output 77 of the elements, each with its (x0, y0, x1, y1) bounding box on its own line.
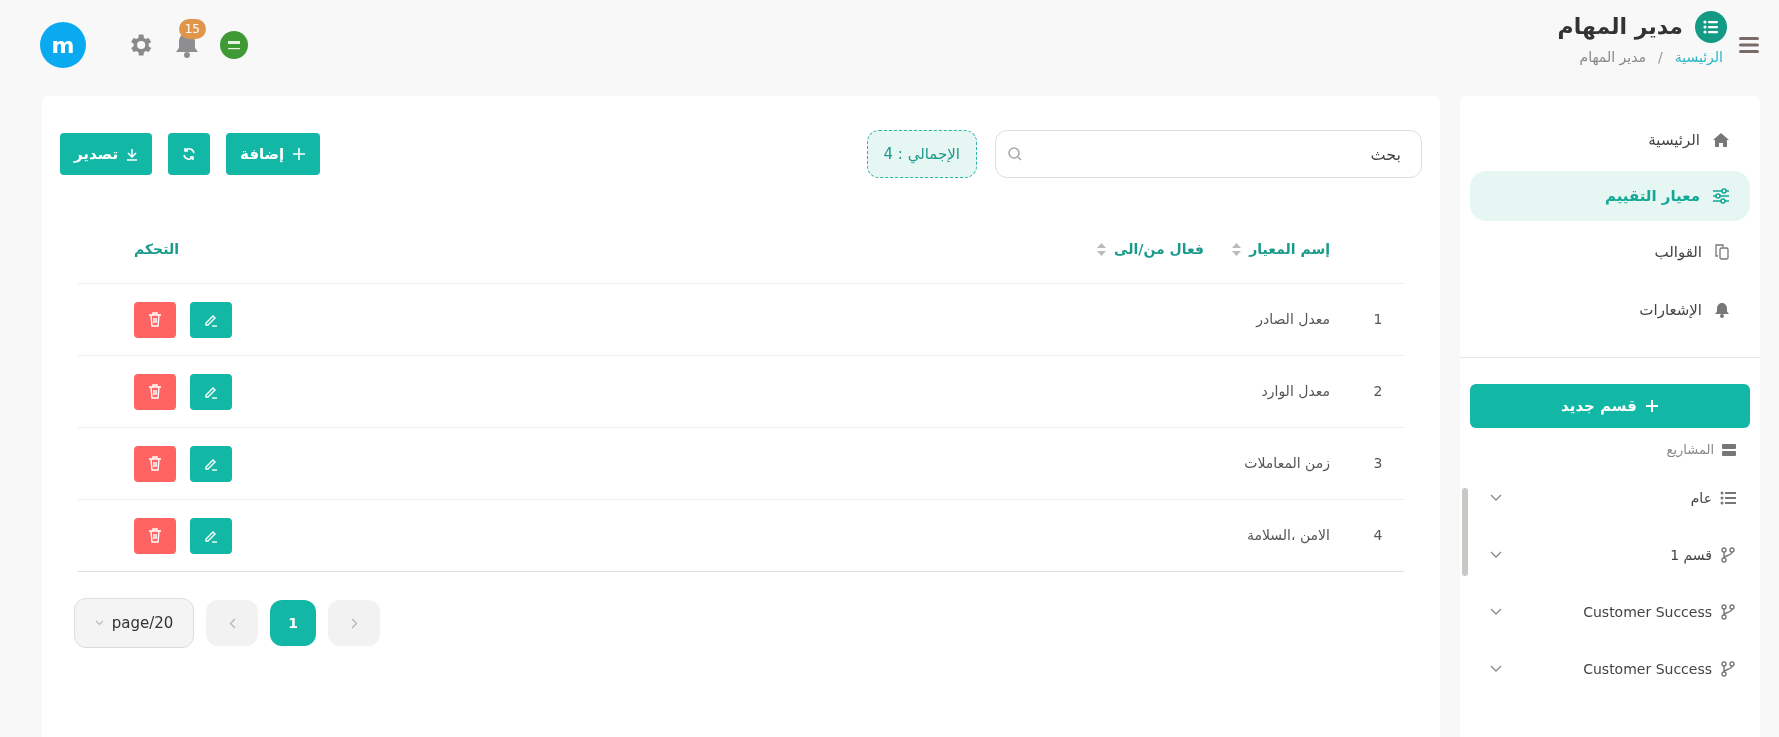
table-cell-text: الامن ،السلامة (1247, 526, 1330, 546)
trash-icon (148, 384, 162, 399)
table-cell-text: زمن المعاملات (1244, 454, 1330, 474)
row-number: 3 (1372, 454, 1384, 473)
tree-item-label: قسم 1 (1670, 545, 1712, 566)
tree-item-label: Customer Success (1583, 602, 1712, 622)
delete-button[interactable] (134, 373, 176, 410)
delete-button[interactable] (134, 517, 176, 554)
sidebar-item[interactable]: معيار التقييم (1470, 171, 1750, 221)
plus-icon (292, 147, 307, 161)
breadcrumb-current: مدير المهام (1579, 48, 1647, 68)
add-button[interactable]: إضافة (226, 133, 321, 175)
table-cell-text: معدل الوارد (1261, 382, 1330, 402)
tree-item[interactable]: Customer Success (1470, 640, 1750, 698)
tree-item[interactable]: قسم 1 (1470, 526, 1750, 584)
sliders-icon (1712, 188, 1730, 204)
column-header[interactable]: فعال من/الى (1114, 239, 1204, 260)
tree-item-label: Customer Success (1583, 659, 1712, 679)
server-icon (1722, 443, 1736, 456)
tree-item[interactable]: Customer Success (1470, 583, 1750, 641)
download-icon (126, 147, 139, 161)
tree-item-label: عام (1690, 488, 1712, 508)
sort-icon[interactable] (1232, 243, 1242, 256)
column-header[interactable]: التحكم (134, 239, 179, 260)
sort-icon[interactable] (1097, 243, 1107, 256)
branch-icon (1720, 604, 1736, 620)
tree-item[interactable]: عام (1470, 469, 1750, 527)
search-icon (1007, 146, 1023, 162)
projects-label: المشاريع (1666, 441, 1714, 459)
copy-icon (1714, 244, 1730, 260)
new-section-button[interactable]: قسم جديد (1470, 384, 1750, 428)
refresh-button[interactable] (168, 133, 211, 175)
trash-icon (148, 456, 162, 471)
sidebar-item[interactable]: الإشعارات (1470, 283, 1750, 337)
edit-button[interactable] (190, 517, 232, 554)
trash-icon (148, 312, 162, 327)
delete-button[interactable] (134, 301, 176, 338)
page-button[interactable]: 1 (270, 600, 316, 646)
breadcrumb-separator: / (1658, 48, 1663, 67)
notification-badge: 15 (178, 19, 206, 39)
list-icon (1720, 491, 1736, 505)
total-badge: الإجمالي : 4 (866, 130, 977, 178)
delete-button[interactable] (134, 445, 176, 482)
edit-button[interactable] (190, 445, 232, 482)
menu-icon[interactable] (1739, 36, 1759, 54)
bell-icon (1714, 302, 1730, 318)
chevron-right-icon (350, 617, 358, 629)
user-avatar[interactable]: m (40, 22, 86, 68)
branch-icon (1720, 661, 1736, 677)
chevron-down-icon[interactable] (1490, 665, 1502, 673)
column-header[interactable]: إسم المعيار (1249, 239, 1330, 260)
trash-icon (148, 528, 162, 543)
page-size-select[interactable]: page/20 (74, 598, 194, 648)
edit-button[interactable] (190, 373, 232, 410)
plus-icon (1644, 399, 1659, 413)
chevron-down-icon[interactable] (1490, 494, 1502, 502)
scrollbar-thumb[interactable] (1462, 488, 1468, 576)
chevron-down-icon[interactable] (1490, 608, 1502, 616)
branch-icon (1720, 547, 1736, 563)
refresh-icon (182, 147, 197, 161)
sidebar-item[interactable]: القوالب (1470, 225, 1750, 279)
sidebar-item[interactable]: الرئيسية (1470, 113, 1750, 167)
row-number: 2 (1372, 382, 1384, 401)
export-button[interactable]: تصدير (60, 133, 153, 175)
page-title: مدير المهام (1557, 13, 1683, 42)
row-number: 1 (1372, 310, 1384, 329)
flag-icon[interactable] (220, 31, 248, 59)
chevron-down-icon (94, 620, 104, 626)
chevron-down-icon[interactable] (1490, 551, 1502, 559)
list-icon (1695, 10, 1727, 43)
table-cell-text: معدل الصادر (1256, 310, 1330, 330)
chevron-left-icon (228, 617, 236, 629)
breadcrumb-link[interactable]: الرئيسية (1674, 47, 1723, 68)
search-field[interactable]: بحث (995, 130, 1422, 178)
row-number: 4 (1372, 526, 1384, 545)
home-icon (1712, 132, 1730, 148)
edit-button[interactable] (190, 301, 232, 338)
